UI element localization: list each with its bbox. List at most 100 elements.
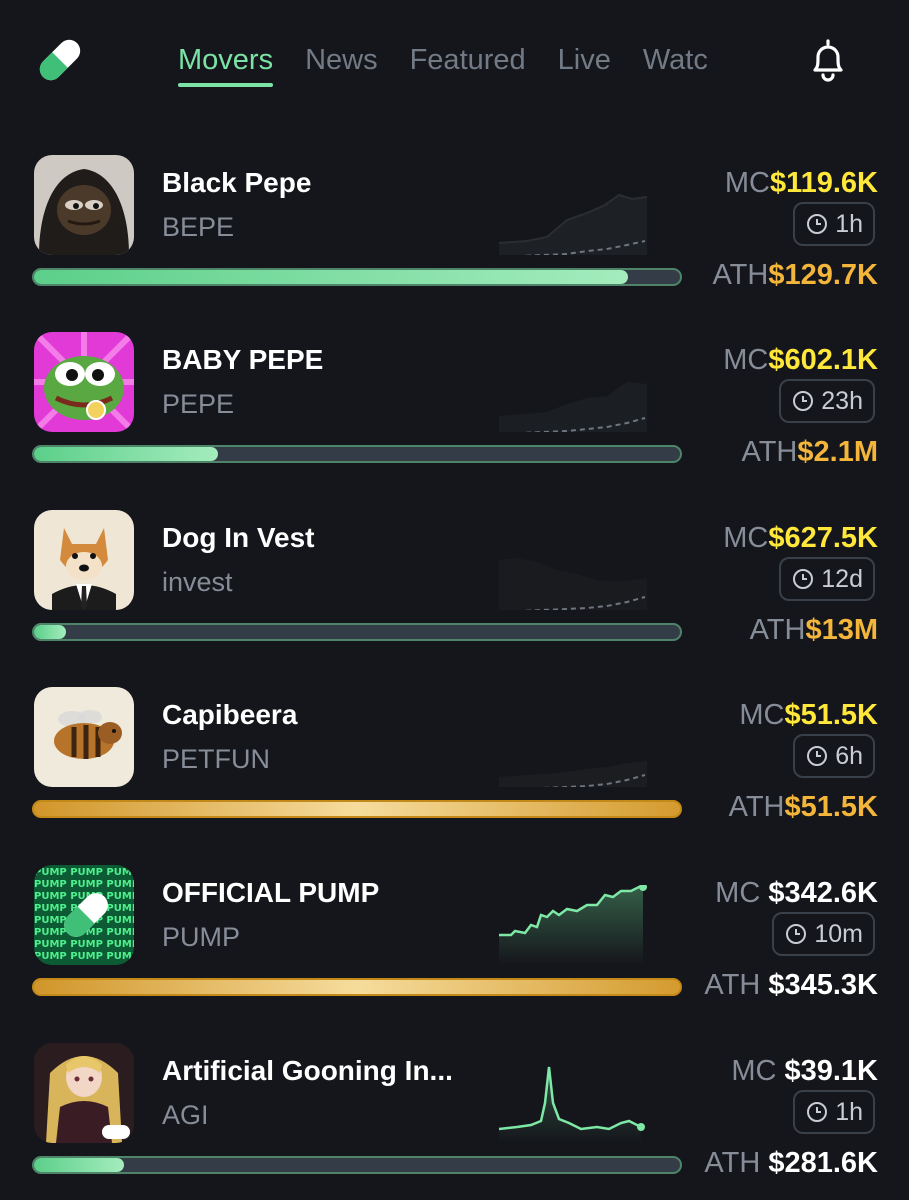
all-time-high: ATH$2.1M	[742, 436, 878, 469]
market-cap: MC$119.6K	[725, 167, 878, 200]
svg-text:PUMP PUMP PUMP: PUMP PUMP PUMP	[34, 939, 134, 950]
ath-value: $281.6K	[768, 1147, 878, 1179]
age-value: 6h	[835, 741, 863, 770]
token-row[interactable]: Artificial Gooning In... AGI MC $39.1K 1…	[0, 1043, 909, 1193]
token-name: Capibeera	[162, 699, 298, 730]
age-value: 10m	[814, 919, 863, 948]
tab-live[interactable]: Live	[558, 44, 611, 87]
market-cap: MC $39.1K	[731, 1055, 878, 1088]
mc-value: $39.1K	[784, 1055, 878, 1087]
token-row[interactable]: BABY PEPE PEPE MC$602.1K 23h ATH$2.1M	[0, 332, 909, 482]
token-ticker: PETFUN	[162, 744, 270, 774]
token-ticker: invest	[162, 567, 233, 597]
token-row[interactable]: Dog In Vest invest MC$627.5K 12d ATH$13M	[0, 510, 909, 660]
token-name: Dog In Vest	[162, 522, 315, 553]
age-badge: 10m	[772, 912, 875, 956]
all-time-high: ATH $281.6K	[704, 1147, 878, 1180]
price-sparkline	[499, 761, 647, 787]
pill-icon[interactable]	[30, 30, 90, 90]
mc-label: MC	[723, 522, 769, 554]
tab-news[interactable]: News	[305, 44, 378, 87]
svg-text:PUMP PUMP PUMP: PUMP PUMP PUMP	[34, 951, 134, 962]
age-value: 1h	[835, 1097, 863, 1126]
age-badge: 23h	[779, 379, 875, 423]
all-time-high: ATH$129.7K	[712, 259, 878, 292]
bell-icon[interactable]	[804, 36, 852, 84]
token-avatar	[34, 332, 134, 432]
age-value: 1h	[835, 209, 863, 238]
tab-featured[interactable]: Featured	[410, 44, 526, 87]
clock-icon	[807, 1102, 828, 1122]
clock-icon	[786, 924, 807, 944]
mc-label: MC	[715, 877, 761, 909]
progress-fill	[34, 1158, 125, 1172]
clock-icon	[793, 569, 814, 589]
token-row[interactable]: Black Pepe BEPE MC$119.6K 1h ATH$129.7K	[0, 155, 909, 305]
ath-label: ATH	[704, 1147, 761, 1179]
mc-label: MC	[724, 167, 770, 199]
ath-label: ATH	[704, 969, 761, 1001]
ath-label: ATH	[712, 259, 769, 291]
token-ticker: PEPE	[162, 389, 235, 419]
top-nav: Movers News Featured Live Watc	[0, 0, 909, 120]
token-avatar	[34, 510, 134, 610]
progress-fill	[34, 625, 67, 639]
token-ticker: PUMP	[162, 922, 241, 952]
token-name: Artificial Gooning In...	[162, 1055, 453, 1086]
progress-fill	[34, 802, 680, 816]
mc-label: MC	[731, 1055, 777, 1087]
market-cap: MC$602.1K	[723, 344, 878, 377]
mc-value: $602.1K	[768, 344, 878, 376]
market-cap: MC $342.6K	[715, 877, 878, 910]
age-badge: 1h	[793, 202, 875, 246]
tab-watchlist[interactable]: Watc	[643, 44, 708, 87]
clock-icon	[807, 214, 828, 234]
ath-value: $13M	[805, 614, 878, 646]
mc-value: $627.5K	[768, 522, 878, 554]
ath-label: ATH	[749, 614, 806, 646]
price-sparkline	[499, 558, 647, 610]
mc-value: $51.5K	[784, 699, 878, 731]
token-avatar: PUMP PUMP PUMP PUMP PUMP PUMP PUMP PUMP …	[34, 865, 134, 965]
progress-fill	[34, 447, 219, 461]
ath-value: $2.1M	[797, 436, 878, 468]
ath-progress-bar	[32, 268, 682, 286]
ath-progress-bar	[32, 445, 682, 463]
price-sparkline	[499, 382, 647, 432]
all-time-high: ATH$51.5K	[729, 791, 878, 824]
ath-progress-bar	[32, 800, 682, 818]
age-value: 23h	[821, 386, 863, 415]
tab-movers[interactable]: Movers	[178, 44, 274, 87]
token-name: OFFICIAL PUMP	[162, 877, 380, 908]
token-name: Black Pepe	[162, 167, 312, 198]
ath-progress-bar	[32, 978, 682, 996]
price-sparkline	[499, 885, 647, 965]
ath-progress-bar	[32, 623, 682, 641]
token-avatar	[34, 1043, 134, 1143]
clock-icon	[793, 391, 814, 411]
ath-value: $129.7K	[768, 259, 878, 291]
ath-label: ATH	[728, 791, 785, 823]
ath-value: $345.3K	[768, 969, 878, 1001]
svg-text:PUMP PUMP PUMP: PUMP PUMP PUMP	[34, 867, 134, 878]
progress-fill	[34, 270, 629, 284]
ath-progress-bar	[32, 1156, 682, 1174]
market-cap: MC$627.5K	[723, 522, 878, 555]
age-badge: 12d	[779, 557, 875, 601]
ath-label: ATH	[741, 436, 798, 468]
token-ticker: AGI	[162, 1100, 209, 1130]
age-badge: 6h	[793, 734, 875, 778]
token-row[interactable]: PUMP PUMP PUMP PUMP PUMP PUMP PUMP PUMP …	[0, 865, 909, 1015]
token-avatar	[34, 155, 134, 255]
svg-text:PUMP PUMP PUMP: PUMP PUMP PUMP	[34, 879, 134, 890]
token-name: BABY PEPE	[162, 344, 324, 375]
token-row[interactable]: Capibeera PETFUN MC$51.5K 6h ATH$51.5K	[0, 687, 909, 837]
mc-label: MC	[739, 699, 785, 731]
mc-value: $342.6K	[768, 877, 878, 909]
all-time-high: ATH $345.3K	[704, 969, 878, 1002]
price-sparkline	[498, 1066, 645, 1143]
age-value: 12d	[821, 564, 863, 593]
all-time-high: ATH$13M	[750, 614, 878, 647]
price-sparkline	[498, 193, 648, 255]
tab-bar: Movers News Featured Live Watc	[178, 44, 750, 94]
